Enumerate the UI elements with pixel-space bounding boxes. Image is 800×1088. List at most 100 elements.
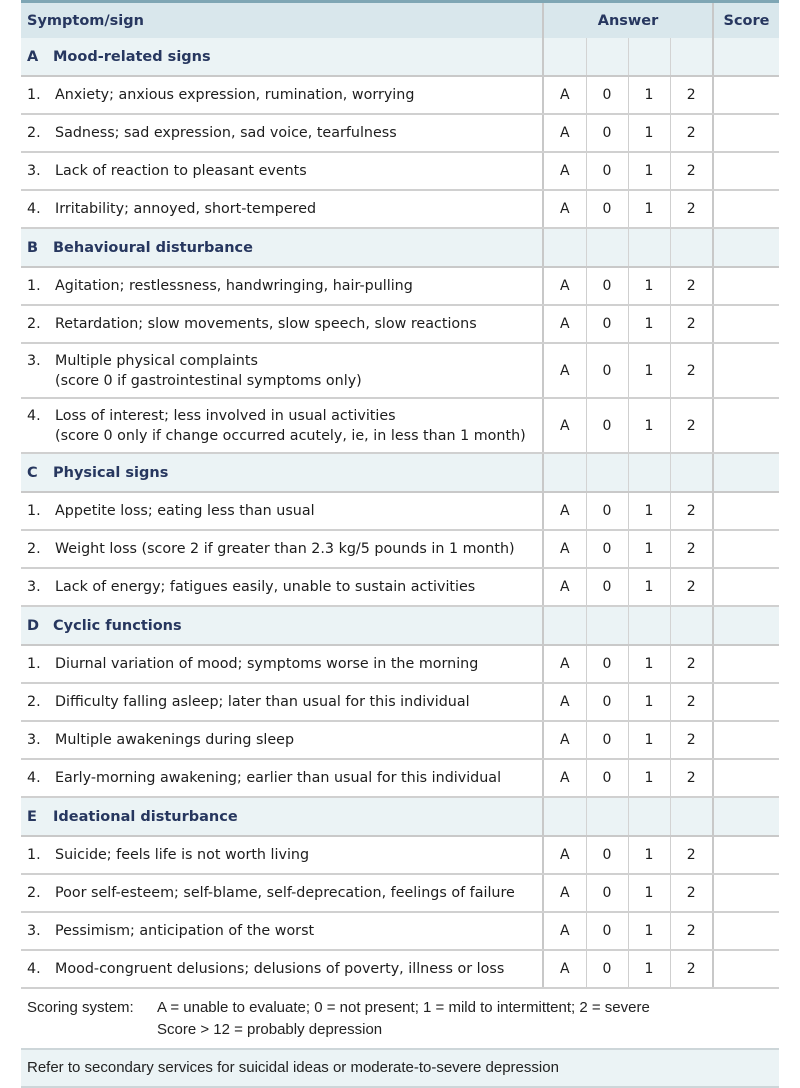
answer-option-0[interactable]: 0 <box>585 645 628 684</box>
score-cell[interactable] <box>712 874 779 913</box>
answer-option-2[interactable]: 2 <box>669 114 713 153</box>
answer-option-2[interactable]: 2 <box>669 492 713 531</box>
answer-option-a[interactable]: A <box>542 568 586 607</box>
answer-option-2[interactable]: 2 <box>669 759 713 798</box>
answer-option-a[interactable]: A <box>542 645 586 684</box>
answer-option-0[interactable]: 0 <box>585 152 628 191</box>
answer-option-2[interactable]: 2 <box>669 568 713 607</box>
answer-option-a[interactable]: A <box>542 950 586 989</box>
answer-option-a[interactable]: A <box>542 874 586 913</box>
answer-option-0[interactable]: 0 <box>585 912 628 951</box>
answer-option-a[interactable]: A <box>542 912 586 951</box>
score-cell[interactable] <box>712 683 779 722</box>
answer-option-0[interactable]: 0 <box>585 114 628 153</box>
answer-option-2[interactable]: 2 <box>669 398 713 454</box>
answer-option-0[interactable]: 0 <box>585 492 628 531</box>
answer-option-1[interactable]: 1 <box>627 343 670 399</box>
score-cell[interactable] <box>712 398 779 454</box>
answer-option-2[interactable]: 2 <box>669 950 713 989</box>
score-cell[interactable] <box>712 950 779 989</box>
answer-option-2[interactable]: 2 <box>669 305 713 344</box>
answer-option-a[interactable]: A <box>542 759 586 798</box>
answer-option-a[interactable]: A <box>542 530 586 569</box>
answer-option-1[interactable]: 1 <box>627 190 670 229</box>
answer-option-2[interactable]: 2 <box>669 683 713 722</box>
answer-option-2[interactable]: 2 <box>669 836 713 875</box>
answer-option-1[interactable]: 1 <box>627 530 670 569</box>
answer-option-2[interactable]: 2 <box>669 645 713 684</box>
answer-option-0[interactable]: 0 <box>585 190 628 229</box>
answer-option-1[interactable]: 1 <box>627 568 670 607</box>
answer-option-a[interactable]: A <box>542 343 586 399</box>
score-cell[interactable] <box>712 76 779 115</box>
answer-option-a[interactable]: A <box>542 267 586 306</box>
score-cell[interactable] <box>712 343 779 399</box>
answer-option-0[interactable]: 0 <box>585 950 628 989</box>
answer-option-0[interactable]: 0 <box>585 568 628 607</box>
score-cell[interactable] <box>712 836 779 875</box>
symptom-description: Appetite loss; eating less than usual <box>55 501 535 521</box>
answer-option-1[interactable]: 1 <box>627 874 670 913</box>
score-cell[interactable] <box>712 152 779 191</box>
answer-option-1[interactable]: 1 <box>627 645 670 684</box>
answer-option-a[interactable]: A <box>542 114 586 153</box>
score-cell[interactable] <box>712 530 779 569</box>
answer-option-1[interactable]: 1 <box>627 152 670 191</box>
answer-option-0[interactable]: 0 <box>585 759 628 798</box>
answer-option-2[interactable]: 2 <box>669 190 713 229</box>
answer-option-1[interactable]: 1 <box>627 398 670 454</box>
answer-option-0[interactable]: 0 <box>585 343 628 399</box>
answer-option-a[interactable]: A <box>542 76 586 115</box>
answer-option-0[interactable]: 0 <box>585 721 628 760</box>
answer-option-0[interactable]: 0 <box>585 836 628 875</box>
answer-option-1[interactable]: 1 <box>627 721 670 760</box>
score-cell[interactable] <box>712 267 779 306</box>
answer-option-2[interactable]: 2 <box>669 721 713 760</box>
answer-option-2[interactable]: 2 <box>669 343 713 399</box>
answer-option-a[interactable]: A <box>542 721 586 760</box>
answer-option-0[interactable]: 0 <box>585 305 628 344</box>
answer-option-1[interactable]: 1 <box>627 114 670 153</box>
score-cell[interactable] <box>712 568 779 607</box>
score-cell[interactable] <box>712 305 779 344</box>
answer-option-0[interactable]: 0 <box>585 874 628 913</box>
answer-option-0[interactable]: 0 <box>585 683 628 722</box>
answer-option-0[interactable]: 0 <box>585 267 628 306</box>
answer-option-2[interactable]: 2 <box>669 152 713 191</box>
answer-option-0[interactable]: 0 <box>585 76 628 115</box>
answer-option-a[interactable]: A <box>542 152 586 191</box>
answer-option-0[interactable]: 0 <box>585 398 628 454</box>
answer-option-1[interactable]: 1 <box>627 950 670 989</box>
answer-option-1[interactable]: 1 <box>627 683 670 722</box>
answer-option-1[interactable]: 1 <box>627 492 670 531</box>
answer-option-a[interactable]: A <box>542 683 586 722</box>
answer-option-a[interactable]: A <box>542 398 586 454</box>
answer-option-1[interactable]: 1 <box>627 912 670 951</box>
score-cell[interactable] <box>712 759 779 798</box>
answer-option-2[interactable]: 2 <box>669 874 713 913</box>
answer-option-2[interactable]: 2 <box>669 912 713 951</box>
answer-option-1[interactable]: 1 <box>627 267 670 306</box>
score-cell[interactable] <box>712 190 779 229</box>
answer-option-1[interactable]: 1 <box>627 759 670 798</box>
answer-option-0[interactable]: 0 <box>585 530 628 569</box>
answer-option-a[interactable]: A <box>542 836 586 875</box>
answer-option-1[interactable]: 1 <box>627 305 670 344</box>
section-heading: D Cyclic functions <box>21 606 543 646</box>
answer-option-a[interactable]: A <box>542 492 586 531</box>
answer-option-1[interactable]: 1 <box>627 836 670 875</box>
score-cell[interactable] <box>712 492 779 531</box>
answer-option-a[interactable]: A <box>542 190 586 229</box>
score-cell[interactable] <box>712 912 779 951</box>
section-heading: E Ideational disturbance <box>21 797 543 837</box>
score-cell[interactable] <box>712 114 779 153</box>
answer-option-a[interactable]: A <box>542 305 586 344</box>
answer-option-2[interactable]: 2 <box>669 76 713 115</box>
score-cell[interactable] <box>712 645 779 684</box>
table-row: 2. Poor self-esteem; self-blame, self-dep… <box>21 874 779 913</box>
answer-option-2[interactable]: 2 <box>669 530 713 569</box>
table-header-row: Symptom/sign Answer Score <box>21 0 779 38</box>
answer-option-1[interactable]: 1 <box>627 76 670 115</box>
answer-option-2[interactable]: 2 <box>669 267 713 306</box>
score-cell[interactable] <box>712 721 779 760</box>
